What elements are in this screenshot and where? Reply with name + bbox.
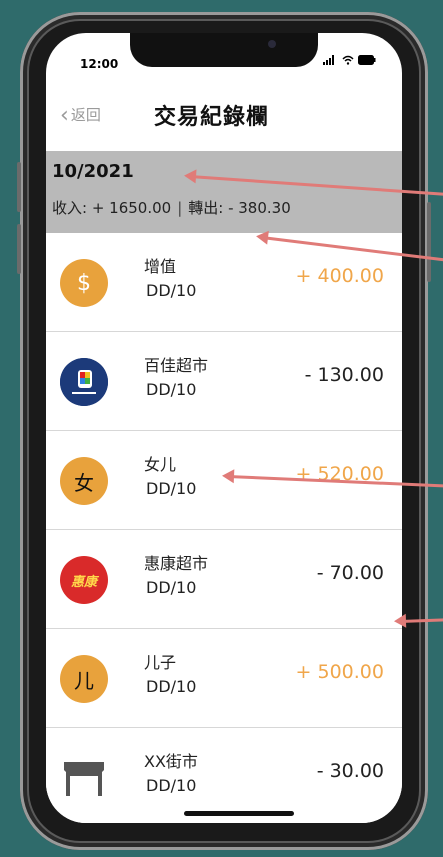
transaction-amount: + 500.00: [295, 661, 384, 683]
summary-separator: |: [177, 199, 183, 217]
back-label: 返回: [70, 106, 101, 124]
transaction-date: DD/10: [146, 578, 197, 597]
volume-down-button: [17, 224, 21, 274]
transaction-name: 儿子: [144, 653, 177, 672]
transaction-date: DD/10: [146, 677, 197, 696]
transaction-date: DD/10: [146, 479, 197, 498]
transaction-name: 百佳超市: [144, 356, 209, 375]
power-button: [427, 202, 431, 282]
transaction-row[interactable]: 儿 儿子 DD/10 + 500.00: [46, 629, 402, 728]
volume-up-button: [17, 162, 21, 212]
transaction-date: DD/10: [146, 281, 197, 300]
transaction-amount: - 130.00: [304, 364, 384, 386]
transaction-date: DD/10: [146, 380, 197, 399]
status-time: 12:00: [80, 57, 119, 71]
status-icons: [323, 55, 376, 68]
transaction-date: DD/10: [146, 776, 197, 795]
daughter-icon: 女: [60, 457, 108, 505]
transaction-amount: - 70.00: [316, 562, 384, 584]
transaction-amount: + 400.00: [295, 265, 384, 287]
wifi-icon: [341, 55, 359, 68]
parknshop-logo: [60, 358, 108, 406]
transaction-row[interactable]: XX街市 DD/10 - 30.00: [46, 728, 402, 823]
camera-icon: [268, 40, 276, 48]
wellcome-logo: 惠康: [60, 556, 108, 604]
battery-icon: [358, 55, 376, 68]
dollar-icon: $: [60, 259, 108, 307]
transaction-row[interactable]: 百佳超市 DD/10 - 130.00: [46, 332, 402, 431]
income-total: 收入: + 1650.00: [52, 199, 172, 217]
summary-month: 10/2021: [52, 161, 134, 182]
transaction-name: 惠康超市: [144, 554, 209, 573]
transaction-name: XX街市: [144, 752, 198, 771]
transaction-amount: - 30.00: [316, 760, 384, 782]
transaction-name: 女儿: [144, 455, 177, 474]
page-title: 交易紀錄欄: [154, 105, 270, 130]
notch: [130, 33, 318, 67]
summary-totals: 收入: + 1650.00 | 轉出: - 380.30: [52, 197, 291, 218]
transaction-row[interactable]: 惠康 惠康超市 DD/10 - 70.00: [46, 530, 402, 629]
outgoing-total: 轉出: - 380.30: [188, 199, 291, 217]
son-icon: 儿: [60, 655, 108, 703]
transaction-name: 增值: [144, 257, 177, 276]
back-button[interactable]: ‹ 返回: [60, 103, 101, 128]
home-indicator[interactable]: [184, 811, 294, 816]
chevron-left-icon: ‹: [60, 103, 69, 128]
transaction-list: $ 增值 DD/10 + 400.00 百佳超市 DD/10 - 130.00 …: [46, 233, 402, 823]
phone-screen: 12:00 ‹ 返回 交易紀錄欄 10/2021 收入: + 1650.00 | 轉出…: [46, 33, 402, 823]
month-summary: 10/2021 收入: + 1650.00 | 轉出: - 380.30: [46, 151, 402, 233]
market-stall-icon: [60, 754, 108, 802]
signal-icon: [323, 55, 342, 68]
nav-bar: ‹ 返回 交易紀錄欄: [46, 91, 402, 145]
